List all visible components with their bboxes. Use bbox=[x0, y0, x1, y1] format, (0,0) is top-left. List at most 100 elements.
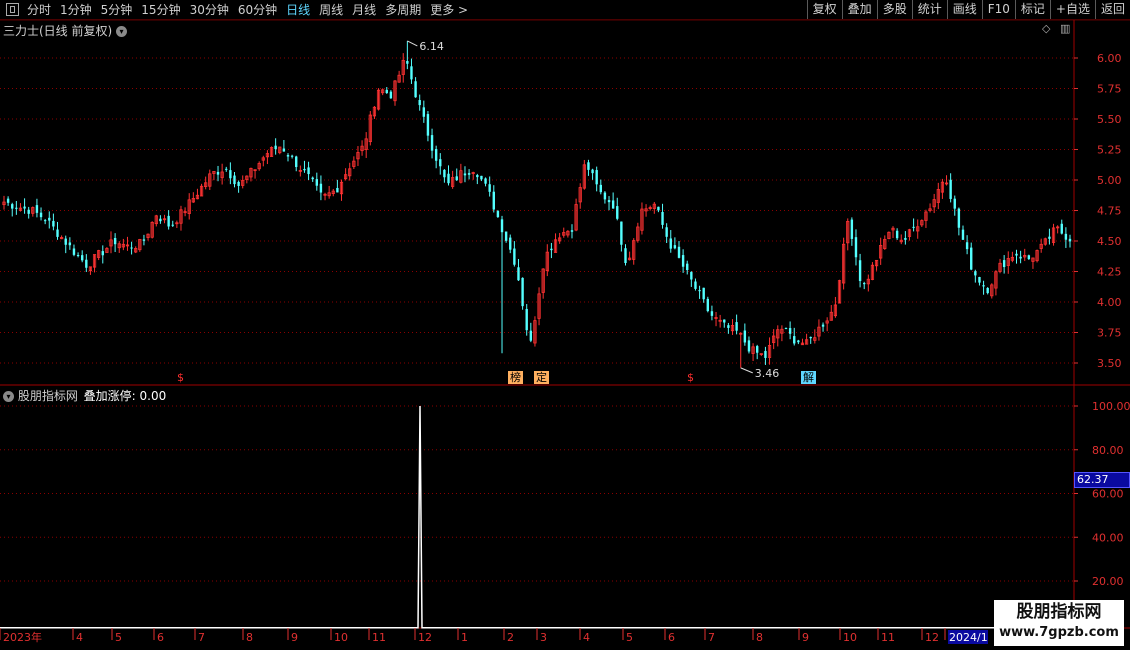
watermark-line1: 股朋指标网 bbox=[1016, 602, 1102, 622]
candle-body bbox=[961, 229, 965, 240]
candle-body bbox=[1064, 233, 1068, 240]
candle-body bbox=[517, 267, 520, 281]
candle-body bbox=[1048, 236, 1051, 239]
x-tick-label: 9 bbox=[802, 631, 809, 644]
x-tick-label: 4 bbox=[76, 631, 83, 644]
x-tick-label: 7 bbox=[708, 631, 715, 644]
y-tick-label: 4.75 bbox=[1097, 205, 1122, 218]
candle-body bbox=[336, 187, 339, 193]
candle-body bbox=[113, 238, 117, 245]
candle-body bbox=[48, 217, 51, 221]
candle-body bbox=[43, 220, 47, 222]
event-marker[interactable]: $ bbox=[175, 371, 186, 384]
candle-body bbox=[171, 224, 174, 226]
candle-body bbox=[550, 248, 553, 251]
candle-body bbox=[764, 350, 767, 358]
event-marker[interactable]: 解 bbox=[801, 371, 816, 384]
candle-body bbox=[414, 81, 417, 98]
candle-body bbox=[747, 340, 751, 352]
candle-body bbox=[319, 183, 323, 193]
y-tick-label: 100.00 bbox=[1092, 400, 1130, 413]
x-tick-label: 10 bbox=[334, 631, 348, 644]
candle-body bbox=[821, 324, 825, 327]
event-marker[interactable]: 榜 bbox=[508, 371, 523, 384]
low-pointer bbox=[740, 367, 753, 374]
candle-body bbox=[661, 211, 664, 225]
candle-body bbox=[1002, 260, 1006, 268]
watermark: 股朋指标网 www.7gpzb.com bbox=[994, 600, 1124, 646]
y-tick-label: 80.00 bbox=[1092, 444, 1124, 457]
candle-body bbox=[624, 248, 627, 264]
y-tick-label: 20.00 bbox=[1092, 575, 1124, 588]
indicator-line bbox=[0, 405, 1074, 629]
candle-body bbox=[274, 145, 277, 150]
x-tick-label: 12 bbox=[418, 631, 432, 644]
candle-body bbox=[488, 184, 491, 192]
candle-body bbox=[607, 200, 611, 203]
y-tick-label: 60.00 bbox=[1092, 488, 1124, 501]
candle-body bbox=[225, 168, 228, 170]
candle-body bbox=[970, 247, 973, 270]
candle-body bbox=[418, 100, 421, 106]
candle-body bbox=[237, 181, 240, 186]
candle-body bbox=[965, 242, 969, 250]
candle-body bbox=[521, 277, 524, 307]
candle-body bbox=[295, 156, 298, 168]
candle-body bbox=[315, 179, 319, 186]
candle-body bbox=[463, 173, 467, 176]
candle-body bbox=[385, 89, 388, 94]
candle-body bbox=[504, 231, 508, 241]
candle-body bbox=[570, 230, 574, 232]
candle-body bbox=[229, 170, 232, 179]
candle-body bbox=[389, 91, 393, 99]
x-tick-label: 5 bbox=[626, 631, 633, 644]
candle-body bbox=[492, 191, 495, 210]
candle-body bbox=[793, 336, 796, 344]
candle-body bbox=[723, 319, 726, 323]
candle-body bbox=[15, 207, 18, 209]
candle-body bbox=[603, 192, 607, 200]
candle-body bbox=[1060, 223, 1063, 234]
candle-body bbox=[904, 237, 907, 240]
x-tick-label: 6 bbox=[668, 631, 675, 644]
candle-body bbox=[101, 251, 104, 256]
candle-body bbox=[912, 226, 915, 228]
candle-body bbox=[422, 107, 426, 117]
candle-body bbox=[591, 169, 594, 174]
candle-body bbox=[142, 239, 146, 241]
candle-body bbox=[290, 155, 294, 157]
candle-body bbox=[665, 227, 668, 237]
candle-body bbox=[39, 212, 43, 218]
candle-body bbox=[500, 219, 504, 233]
candle-body bbox=[702, 287, 705, 300]
x-tick-label: 11 bbox=[881, 631, 895, 644]
chart-canvas[interactable]: 3.50 3.75 4.00 4.25 4.50 4.75 5.00 5.25 5.50 5.75… bbox=[0, 0, 1130, 650]
candle-body bbox=[167, 215, 170, 227]
event-marker[interactable]: 定 bbox=[534, 371, 549, 384]
candle-body bbox=[698, 290, 701, 292]
x-tick-label: 4 bbox=[583, 631, 590, 644]
y-tick-label: 3.75 bbox=[1097, 327, 1122, 340]
candle-body bbox=[599, 184, 602, 193]
candle-body bbox=[52, 220, 55, 227]
candle-body bbox=[982, 285, 985, 287]
candle-body bbox=[233, 175, 236, 185]
candle-body bbox=[978, 277, 981, 283]
candle-body bbox=[858, 260, 862, 282]
event-marker[interactable]: $ bbox=[685, 371, 696, 384]
candle-body bbox=[6, 198, 10, 203]
candle-body bbox=[953, 198, 956, 209]
candle-body bbox=[755, 346, 759, 353]
y-tick-label: 5.75 bbox=[1097, 83, 1122, 96]
candle-body bbox=[76, 255, 80, 257]
y-tick-label: 40.00 bbox=[1092, 531, 1124, 544]
candle-body bbox=[863, 283, 866, 285]
candle-body bbox=[81, 255, 84, 261]
candle-body bbox=[159, 218, 162, 222]
candle-body bbox=[809, 336, 812, 339]
candle-body bbox=[286, 155, 290, 157]
candle-body bbox=[434, 149, 438, 161]
candle-body bbox=[72, 248, 76, 255]
candle-body bbox=[525, 308, 528, 331]
x-tick-label: 5 bbox=[115, 631, 122, 644]
